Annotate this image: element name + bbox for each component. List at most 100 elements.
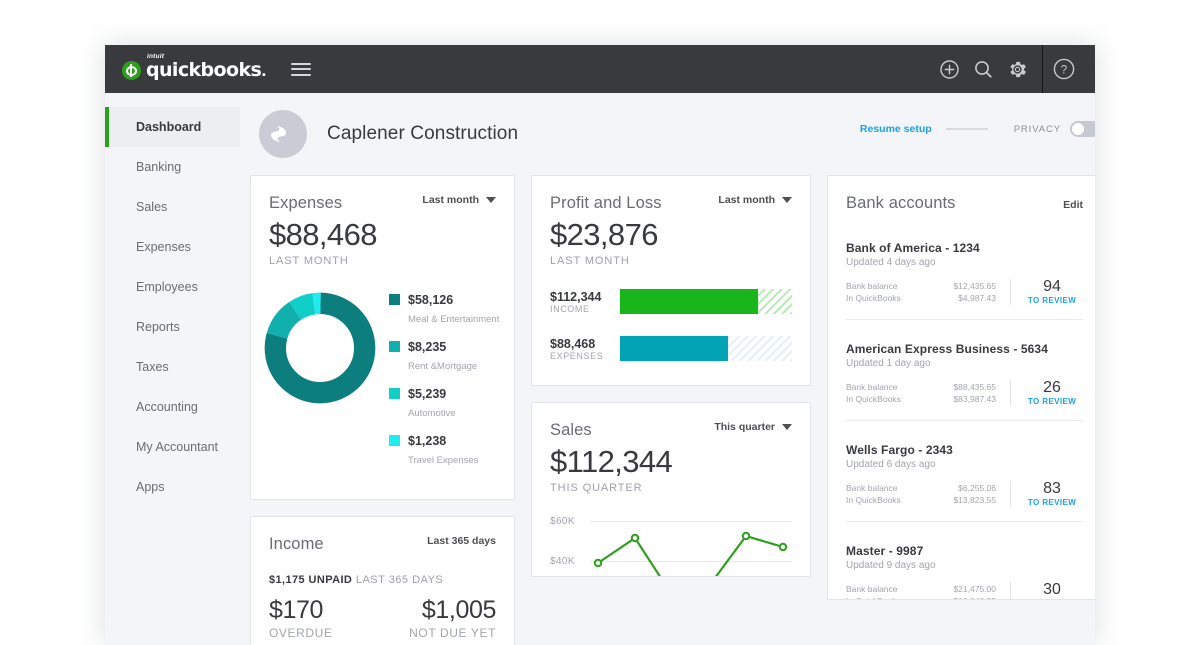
income-card: Income Last 365 days $1,175 UNPAID LAST … [250, 516, 515, 645]
setup-and-privacy: Resume setup PRIVACY [860, 121, 1095, 137]
expenses-period-label: Last month [422, 194, 479, 206]
income-amounts: $170 OVERDUE $1,005 NOT DUE YET [269, 596, 496, 640]
legend-amount: $5,239 [408, 387, 447, 401]
sidebar: Dashboard Banking Sales Expenses Employe… [105, 93, 240, 645]
legend-amount: $8,235 [408, 340, 447, 354]
privacy-toggle[interactable] [1070, 121, 1095, 137]
logo-dot: . [261, 64, 266, 80]
bank-account-row[interactable]: Bank of America - 1234 Updated 4 days ag… [846, 213, 1083, 319]
sales-period-label: This quarter [714, 421, 775, 433]
expenses-title: Expenses [269, 194, 343, 212]
row-divider [1010, 480, 1011, 507]
bank-edit-link[interactable]: Edit [1063, 199, 1083, 211]
bank-balance-label: Bank balance [846, 280, 898, 291]
to-review-button[interactable]: 83 TO REVIEW [1021, 480, 1083, 507]
sidebar-label: Banking [136, 160, 182, 174]
expenses-bar-label: EXPENSES [550, 350, 604, 361]
bank-account-row[interactable]: Wells Fargo - 2343 Updated 6 days ago Ba… [846, 420, 1083, 521]
legend-swatch [389, 435, 400, 446]
help-circle-icon[interactable]: ? [1047, 45, 1081, 93]
to-review-label: TO REVIEW [1027, 397, 1077, 406]
bank-account-updated: Updated 9 days ago [846, 560, 936, 571]
expenses-period-dropdown[interactable]: Last month [422, 194, 496, 206]
in-quickbooks-label: In QuickBooks [846, 393, 901, 404]
in-quickbooks-value: $13,823.55 [953, 494, 996, 505]
bank-balance-label: Bank balance [846, 482, 898, 493]
to-review-button[interactable]: 94 TO REVIEW [1021, 278, 1083, 305]
sidebar-item-my-accountant[interactable]: My Accountant [105, 427, 240, 467]
row-divider [1010, 278, 1011, 305]
profit-loss-period-dropdown[interactable]: Last month [718, 194, 792, 206]
sidebar-item-accounting[interactable]: Accounting [105, 387, 240, 427]
expenses-card: Expenses Last month $88,468 LAST MONTH $… [250, 175, 515, 500]
bank-accounts-card: Bank accounts Edit Bank of America - 123… [827, 175, 1095, 600]
in-quickbooks-label: In QuickBooks [846, 595, 901, 600]
legend-item: $58,126 Meal & Entertainment [389, 291, 500, 327]
sidebar-item-taxes[interactable]: Taxes [105, 347, 240, 387]
legend-item: $8,235 Rent &Mortgage [389, 338, 500, 374]
sidebar-item-expenses[interactable]: Expenses [105, 227, 240, 267]
sales-ytick-40k: $40K [550, 556, 575, 567]
sales-ytick-60k: $60K [550, 516, 575, 527]
income-unpaid-line: $1,175 UNPAID LAST 365 DAYS [269, 570, 496, 588]
sidebar-item-sales[interactable]: Sales [105, 187, 240, 227]
app-body: Dashboard Banking Sales Expenses Employe… [105, 93, 1095, 645]
expenses-bar-fill [620, 336, 729, 361]
search-icon[interactable] [966, 45, 1000, 93]
legend-item: $1,238 Travel Expenses [389, 432, 500, 468]
intuit-wordmark: intuit [147, 53, 165, 60]
sidebar-item-banking[interactable]: Banking [105, 147, 240, 187]
income-period-label[interactable]: Last 365 days [427, 535, 496, 547]
to-review-count: 83 [1043, 480, 1061, 497]
company-header: Caplener Construction Resume setup PRIVA… [250, 93, 1095, 175]
sidebar-item-dashboard[interactable]: Dashboard [105, 107, 240, 147]
bank-account-updated: Updated 6 days ago [846, 459, 936, 470]
resume-setup-link[interactable]: Resume setup [860, 123, 932, 135]
bank-balance-value: $21,475.00 [953, 583, 996, 594]
bank-balance-label: Bank balance [846, 583, 898, 594]
quickbooks-wordmark: quickbooks [146, 59, 262, 81]
in-quickbooks-value: $16,846.33 [953, 595, 996, 600]
row-divider [1010, 379, 1011, 406]
main-content: Caplener Construction Resume setup PRIVA… [240, 93, 1095, 645]
expenses-legend: $58,126 Meal & Entertainment $8,235 Rent… [389, 291, 500, 479]
bank-account-name: Wells Fargo - 2343 [846, 443, 953, 457]
quickbooks-logo[interactable]: intuit quickbooks. [122, 53, 266, 82]
profit-loss-card: Profit and Loss Last month $23,876 LAST … [531, 175, 811, 386]
sidebar-label: My Accountant [136, 440, 218, 454]
plus-circle-icon[interactable] [932, 45, 966, 93]
sidebar-item-apps[interactable]: Apps [105, 467, 240, 507]
profit-loss-sub-label: LAST MONTH [550, 255, 630, 267]
in-quickbooks-label: In QuickBooks [846, 292, 901, 303]
to-review-button[interactable]: 30 TO REVIEW [1021, 581, 1083, 600]
legend-amount: $1,238 [408, 434, 447, 448]
expenses-amount: $88,468 [269, 217, 377, 252]
bank-account-updated: Updated 4 days ago [846, 257, 936, 268]
to-review-count: 30 [1043, 581, 1061, 598]
income-bar-amount: $112,344 [550, 289, 602, 304]
sidebar-label: Apps [136, 480, 165, 494]
hamburger-icon[interactable] [290, 62, 311, 76]
bank-accounts-title: Bank accounts [846, 194, 956, 212]
gear-icon[interactable] [1000, 45, 1034, 93]
page-root: intuit quickbooks. ? Dashboard Banking S… [0, 0, 1200, 645]
sales-card: Sales This quarter $112,344 THIS QUARTER [531, 402, 811, 577]
chevron-down-icon [486, 197, 496, 203]
bank-account-row[interactable]: Master - 9987 Updated 9 days ago Bank ba… [846, 521, 1083, 600]
sidebar-item-reports[interactable]: Reports [105, 307, 240, 347]
bank-account-updated: Updated 1 day ago [846, 358, 931, 369]
sidebar-label: Sales [136, 200, 168, 214]
in-quickbooks-value: $4,987.43 [958, 292, 996, 303]
expenses-donut-chart [264, 292, 376, 404]
income-notdue-amount: $1,005 [421, 596, 496, 624]
to-review-button[interactable]: 26 TO REVIEW [1021, 379, 1083, 406]
profit-loss-period-label: Last month [718, 194, 775, 206]
sales-period-dropdown[interactable]: This quarter [714, 421, 792, 433]
bank-account-row[interactable]: American Express Business - 5634 Updated… [846, 319, 1083, 420]
sales-amount: $112,344 [550, 444, 673, 479]
company-avatar-icon[interactable] [259, 110, 307, 158]
toolbar-divider [1042, 45, 1043, 93]
sidebar-item-employees[interactable]: Employees [105, 267, 240, 307]
bank-accounts-list: Bank of America - 1234 Updated 4 days ag… [828, 213, 1095, 600]
to-review-label: TO REVIEW [1021, 599, 1083, 600]
